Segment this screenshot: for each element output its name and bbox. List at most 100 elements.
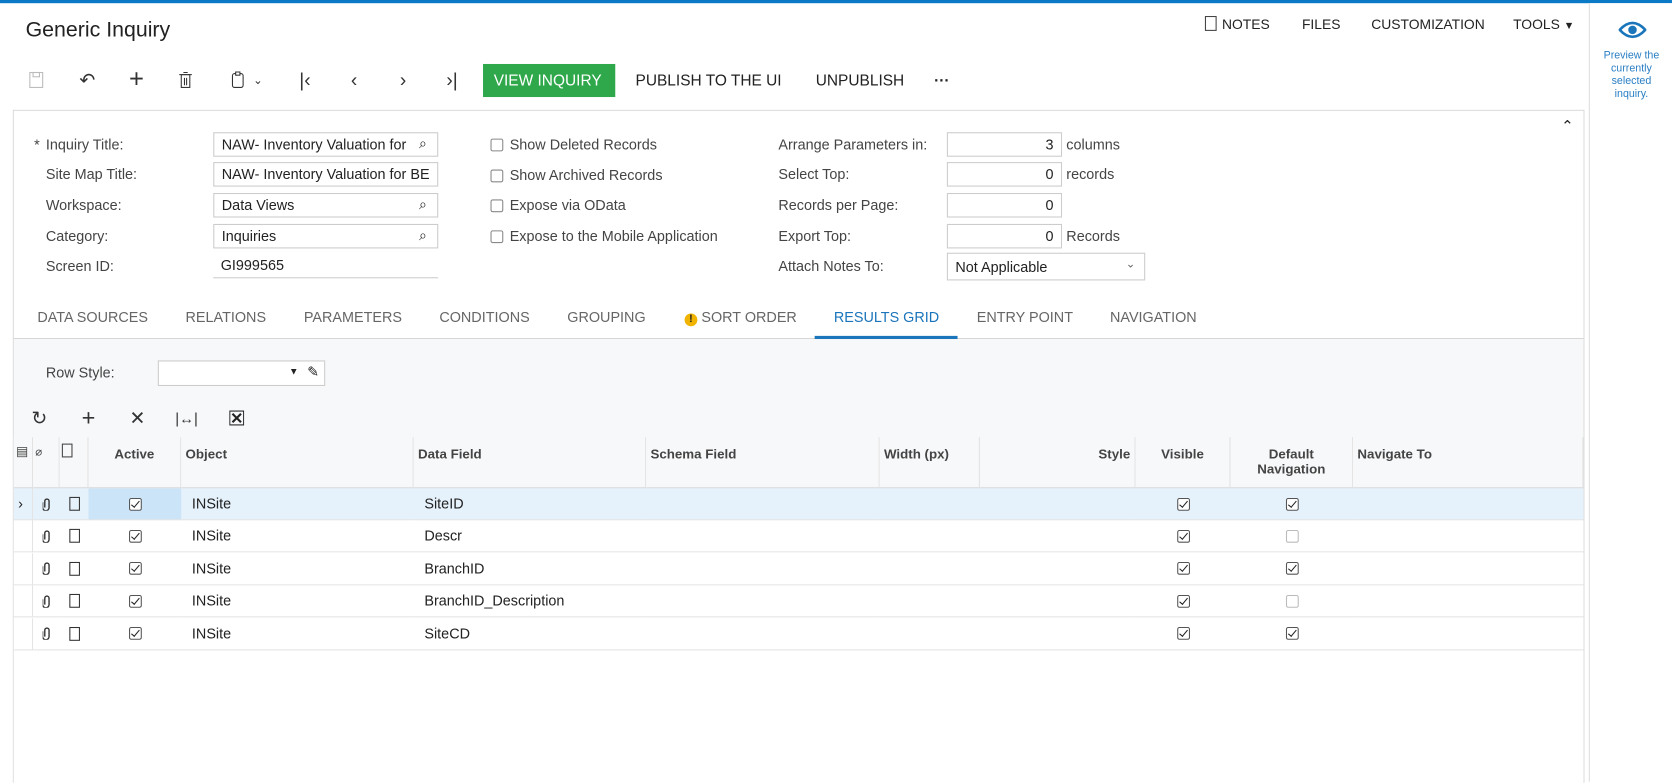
width-cell[interactable] (879, 586, 980, 618)
last-icon[interactable]: ›| (439, 68, 465, 91)
attach-notes-select[interactable]: Not Applicable ⌄ (946, 252, 1146, 281)
table-row[interactable]: › INSite SiteID (13, 488, 1584, 521)
category-input[interactable]: Inquiries (213, 223, 439, 249)
schema-field-cell[interactable] (646, 618, 880, 651)
visible-checkbox[interactable] (1135, 618, 1231, 651)
attachment-icon[interactable] (33, 521, 60, 553)
schema-field-cell[interactable] (646, 521, 880, 553)
default-navigation-checkbox[interactable] (1230, 521, 1354, 553)
delete-icon[interactable] (173, 68, 199, 91)
navigate-to-cell[interactable] (1353, 553, 1584, 586)
tab-sort-order[interactable]: ! SORT ORDER (684, 309, 797, 327)
style-cell[interactable] (979, 488, 1136, 521)
note-icon[interactable] (59, 488, 89, 521)
visible-checkbox[interactable] (1135, 521, 1231, 553)
expose-odata-checkbox[interactable]: Expose via OData (490, 197, 626, 213)
column-header[interactable]: Active (88, 437, 182, 489)
data-field-cell[interactable]: BranchID (413, 553, 647, 586)
note-icon[interactable] (59, 437, 89, 489)
add-icon[interactable]: + (124, 65, 150, 94)
notes-button[interactable]: NOTES (1204, 15, 1270, 32)
row-selector[interactable]: › (13, 488, 34, 521)
row-selector[interactable] (13, 618, 34, 651)
style-cell[interactable] (979, 521, 1136, 553)
style-cell[interactable] (979, 553, 1136, 586)
column-header[interactable]: Schema Field (646, 437, 880, 489)
object-cell[interactable]: INSite (181, 488, 414, 521)
collapse-chevron-icon[interactable]: ⌃ (1561, 117, 1574, 135)
expose-mobile-checkbox[interactable]: Expose to the Mobile Application (490, 228, 718, 244)
view-inquiry-button[interactable]: VIEW INQUIRY (483, 63, 616, 98)
data-field-cell[interactable]: Descr (413, 521, 647, 553)
first-icon[interactable]: |‹ (292, 68, 318, 91)
default-navigation-checkbox[interactable] (1230, 618, 1354, 651)
delete-row-icon[interactable]: ✕ (125, 406, 151, 429)
active-checkbox[interactable] (88, 521, 182, 553)
attachment-icon[interactable]: ⌀ (33, 437, 60, 489)
row-selector[interactable] (13, 553, 34, 586)
visible-checkbox[interactable] (1135, 553, 1231, 586)
edit-icon[interactable]: ✎ (307, 364, 319, 381)
style-cell[interactable] (979, 586, 1136, 618)
navigate-to-cell[interactable] (1353, 618, 1584, 651)
object-cell[interactable]: INSite (181, 521, 414, 553)
navigate-to-cell[interactable] (1353, 488, 1584, 521)
row-selector[interactable] (13, 520, 34, 553)
more-icon[interactable]: ··· (934, 64, 949, 97)
tab-entry-point[interactable]: ENTRY POINT (977, 309, 1073, 325)
active-checkbox[interactable] (88, 586, 182, 618)
clipboard-menu[interactable]: ⌄ (222, 68, 273, 91)
records-per-page-input[interactable]: 0 (946, 193, 1063, 218)
schema-field-cell[interactable] (646, 488, 880, 521)
attachment-icon[interactable] (33, 488, 60, 521)
table-row[interactable]: INSite BranchID (13, 553, 1584, 586)
column-header[interactable]: Width (px) (879, 437, 980, 489)
width-cell[interactable] (879, 488, 980, 521)
width-cell[interactable] (879, 521, 980, 553)
add-row-icon[interactable]: + (76, 404, 102, 431)
search-icon[interactable]: ⌕ (419, 196, 427, 213)
eye-icon[interactable] (1617, 19, 1648, 46)
default-navigation-checkbox[interactable] (1230, 488, 1354, 521)
note-icon[interactable] (59, 618, 89, 651)
schema-field-cell[interactable] (646, 553, 880, 586)
unpublish-button[interactable]: UNPUBLISH (816, 64, 905, 97)
table-row[interactable]: INSite BranchID_Description (13, 585, 1584, 618)
attachment-icon[interactable] (33, 618, 60, 651)
width-cell[interactable] (879, 553, 980, 586)
schema-field-cell[interactable] (646, 586, 880, 618)
data-field-cell[interactable]: SiteID (413, 488, 647, 521)
attachment-icon[interactable] (33, 586, 60, 618)
search-icon[interactable]: ⌕ (419, 227, 427, 244)
show-deleted-checkbox[interactable]: Show Deleted Records (490, 136, 657, 152)
tools-menu[interactable]: TOOLS ▼ (1513, 16, 1574, 32)
next-icon[interactable]: › (390, 68, 416, 91)
export-excel-icon[interactable] (224, 406, 250, 429)
object-cell[interactable]: INSite (181, 553, 414, 586)
visible-checkbox[interactable] (1135, 586, 1231, 618)
tab-grouping[interactable]: GROUPING (567, 309, 645, 325)
tab-conditions[interactable]: CONDITIONS (439, 309, 529, 325)
undo-icon[interactable]: ↶ (75, 68, 101, 91)
customization-button[interactable]: CUSTOMIZATION (1371, 16, 1484, 32)
tab-data-sources[interactable]: DATA SOURCES (37, 309, 148, 325)
prev-icon[interactable]: ‹ (341, 68, 367, 91)
style-cell[interactable] (979, 618, 1136, 651)
active-checkbox[interactable] (88, 618, 182, 651)
navigate-to-cell[interactable] (1353, 521, 1584, 553)
export-top-input[interactable]: 0 (946, 223, 1063, 249)
table-row[interactable]: INSite Descr (13, 520, 1584, 553)
column-header[interactable]: Style (979, 437, 1136, 489)
default-navigation-checkbox[interactable] (1230, 586, 1354, 618)
column-header[interactable]: Data Field (413, 437, 647, 489)
search-icon[interactable]: ⌕ (419, 135, 427, 152)
visible-checkbox[interactable] (1135, 488, 1231, 521)
active-checkbox[interactable] (88, 553, 182, 586)
data-field-cell[interactable]: BranchID_Description (413, 586, 647, 618)
column-header[interactable]: Visible (1135, 437, 1231, 489)
files-button[interactable]: FILES (1302, 16, 1341, 32)
fit-columns-icon[interactable]: |↔| (174, 406, 200, 429)
inquiry-title-input[interactable]: NAW- Inventory Valuation for (213, 132, 439, 157)
save-icon[interactable] (23, 68, 49, 91)
table-row[interactable]: INSite SiteCD (13, 618, 1584, 651)
